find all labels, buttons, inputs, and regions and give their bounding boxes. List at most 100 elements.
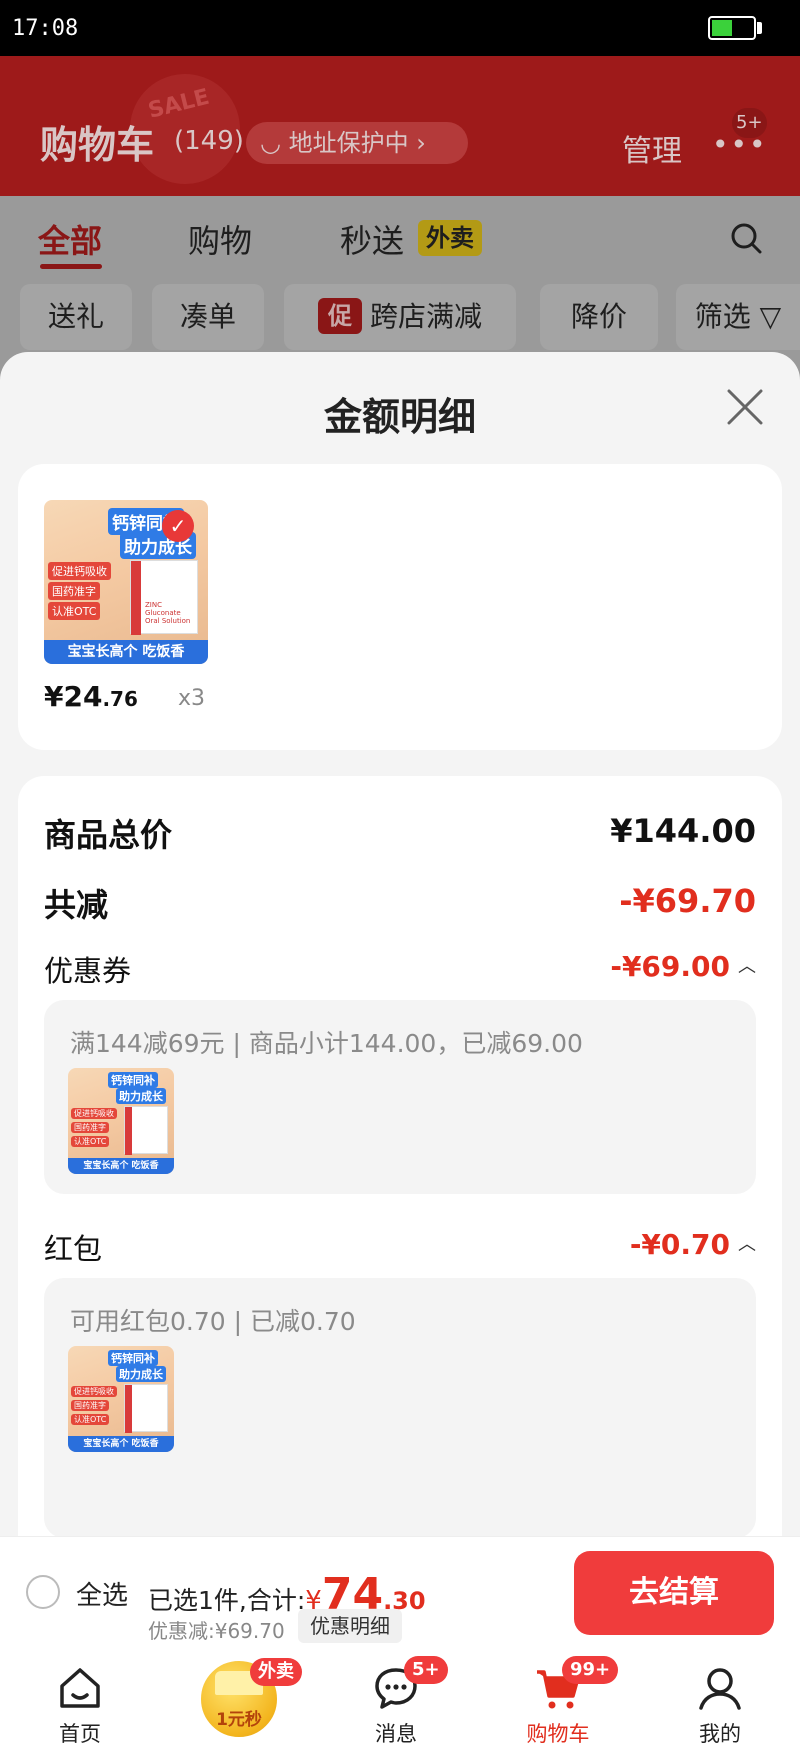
status-bar: 17:08 [0, 0, 800, 56]
redpacket-row-toggle[interactable]: -¥0.70 ︿ [630, 1228, 756, 1261]
takeout-tag: 外卖 [418, 220, 482, 256]
flash-sale-coin-text: 1元秒 [216, 1710, 262, 1730]
nav-home-label: 首页 [59, 1722, 101, 1746]
bottom-nav: 首页 1元秒 外卖 5+ 消息 99+ 购物车 我的 [0, 1648, 800, 1760]
coupon-product-thumbnail: 钙锌同补 助力成长 促进钙吸收 国药准字 认准OTC 宝宝长高个 吃饭香 [68, 1068, 174, 1174]
tab-underline [40, 264, 102, 269]
address-protection-pill[interactable]: ◡ 地址保护中 › [246, 122, 468, 164]
thumb-tag-3: 认准OTC [48, 602, 101, 620]
coupon-value: -¥69.00 [610, 950, 730, 983]
select-all-label[interactable]: 全选 [76, 1575, 128, 1612]
close-icon[interactable] [726, 388, 764, 426]
messages-badge: 5+ [404, 1656, 448, 1684]
thumb-small-ribbon-2: 助力成长 [116, 1366, 166, 1382]
cart-badge: 99+ [562, 1656, 619, 1684]
thumb-small-banner: 宝宝长高个 吃饭香 [68, 1436, 174, 1452]
checkout-button[interactable]: 去结算 [574, 1551, 774, 1635]
product-box-image [124, 1106, 168, 1155]
coupon-detail-box: 满144减69元 | 商品小计144.00，已减69.00 钙锌同补 助力成长 … [44, 1000, 756, 1194]
box-stripe [131, 561, 141, 635]
chip-gift[interactable]: 送礼 [20, 284, 132, 350]
chevron-right-icon: › [408, 129, 426, 157]
thumb-tag-1: 促进钙吸收 [48, 562, 111, 580]
thumb-small-ribbon-2: 助力成长 [116, 1088, 166, 1104]
discount-summary: 优惠减:¥69.70 [148, 1619, 285, 1643]
nav-cart-label: 购物车 [526, 1722, 590, 1746]
quantity: x3 [178, 686, 206, 711]
shield-icon: ◡ [260, 129, 289, 157]
thumb-banner: 宝宝长高个 吃饭香 [44, 640, 208, 664]
nav-profile[interactable]: 我的 [660, 1648, 780, 1760]
redpacket-value: -¥0.70 [629, 1228, 730, 1261]
tab-shopping[interactable]: 购物 [188, 216, 252, 262]
tab-all[interactable]: 全部 [38, 216, 102, 262]
price-summary-card: 商品总价 ¥144.00 共减 -¥69.70 优惠券 -¥69.00 ︿ 满14… [18, 776, 782, 1536]
manage-button[interactable]: 管理 [622, 126, 682, 170]
thumb-small-tag-3: 认准OTC [71, 1414, 110, 1425]
nav-flash-sale[interactable]: 1元秒 外卖 [180, 1648, 310, 1760]
cart-title: 购物车 [40, 122, 155, 167]
thumb-small-banner: 宝宝长高个 吃饭香 [68, 1158, 174, 1174]
thumb-small-tag-2: 国药准字 [71, 1400, 109, 1411]
nav-messages-label: 消息 [375, 1722, 417, 1746]
product-box-image [124, 1384, 168, 1433]
nav-home[interactable]: 首页 [20, 1648, 140, 1760]
thumb-small-tag-2: 国药准字 [71, 1122, 109, 1133]
redpacket-detail-text: 可用红包0.70 | 已减0.70 [70, 1307, 356, 1336]
product-thumbnail[interactable]: 钙锌同补 助力成长 ✓ ZINC Gluconate Oral Solution… [44, 500, 208, 664]
status-time: 17:08 [12, 16, 79, 41]
thumb-small-tag-3: 认准OTC [71, 1136, 110, 1147]
battery-tip [757, 22, 762, 34]
takeout-badge: 外卖 [250, 1658, 302, 1686]
thumb-small-ribbon-1: 钙锌同补 [108, 1350, 158, 1366]
coupon-detail-text: 满144减69元 | 商品小计144.00，已减69.00 [70, 1029, 583, 1058]
chip-filter[interactable]: 筛选 ▽ [676, 284, 800, 350]
cart-count: (149) [174, 126, 244, 156]
filter-chips: 送礼 凑单 促跨店满减 降价 筛选 ▽ [0, 284, 800, 354]
chevron-up-icon: ︿ [738, 1234, 756, 1255]
coupon-row-toggle[interactable]: -¥69.00 ︿ [610, 950, 756, 983]
search-icon[interactable] [730, 222, 762, 254]
promo-tag: 促 [317, 298, 362, 334]
cart-header: SALE 购物车 (149) ◡ 地址保护中 › 管理 ••• 5+ [0, 56, 800, 196]
total-price-value: ¥144.00 [610, 812, 756, 850]
battery-icon [708, 16, 756, 40]
redpacket-label: 红包 [44, 1232, 103, 1266]
filter-funnel-icon: ▽ [750, 300, 782, 333]
coupon-label: 优惠券 [44, 954, 132, 988]
unit-price-int: ¥24 [44, 680, 103, 713]
thumb-small-ribbon-1: 钙锌同补 [108, 1072, 158, 1088]
box-label: ZINC Gluconate Oral Solution [145, 601, 191, 625]
chevron-up-icon: ︿ [738, 956, 756, 977]
more-badge: 5+ [732, 108, 767, 138]
unit-price-dec: .76 [102, 687, 138, 711]
select-all-checkbox[interactable] [26, 1575, 60, 1609]
amount-detail-sheet: 金额明细 钙锌同补 助力成长 ✓ ZINC Gluconate Oral Sol… [0, 352, 800, 1536]
thumb-tag-2: 国药准字 [48, 582, 100, 600]
total-discount-value: -¥69.70 [619, 882, 756, 920]
product-box-image: ZINC Gluconate Oral Solution [130, 560, 198, 635]
box-stripe [125, 1107, 132, 1155]
discount-detail-button[interactable]: 优惠明细 [298, 1609, 402, 1643]
thumb-small-tag-1: 促进钙吸收 [71, 1386, 117, 1397]
battery-level [712, 20, 732, 36]
nav-messages[interactable]: 5+ 消息 [336, 1648, 456, 1760]
tab-instant-delivery[interactable]: 秒送 [340, 216, 404, 262]
chip-cross-store-discount[interactable]: 促跨店满减 [284, 284, 516, 350]
selected-count-text: 已选1件,合计: [148, 1586, 306, 1615]
chip-price-drop[interactable]: 降价 [540, 284, 658, 350]
sheet-title: 金额明细 [323, 395, 476, 439]
chip-bundle[interactable]: 凑单 [152, 284, 264, 350]
home-icon [60, 1668, 100, 1708]
profile-icon [699, 1668, 741, 1710]
thumb-small-tag-1: 促进钙吸收 [71, 1108, 117, 1119]
unit-price: ¥24.76 [44, 680, 138, 713]
box-stripe [125, 1385, 132, 1433]
nav-cart[interactable]: 99+ 购物车 [498, 1648, 619, 1760]
redpacket-detail-box: 可用红包0.70 | 已减0.70 钙锌同补 助力成长 促进钙吸收 国药准字 认… [44, 1278, 756, 1536]
product-card: 钙锌同补 助力成长 ✓ ZINC Gluconate Oral Solution… [18, 464, 782, 750]
checkout-bar: 全选 已选1件,合计:¥74.30 优惠减:¥69.70 优惠明细 去结算 [0, 1536, 800, 1648]
total-discount-label: 共减 [44, 886, 109, 924]
checkmark-icon: ✓ [162, 510, 194, 542]
chip-cross-store-label: 跨店满减 [369, 300, 482, 333]
